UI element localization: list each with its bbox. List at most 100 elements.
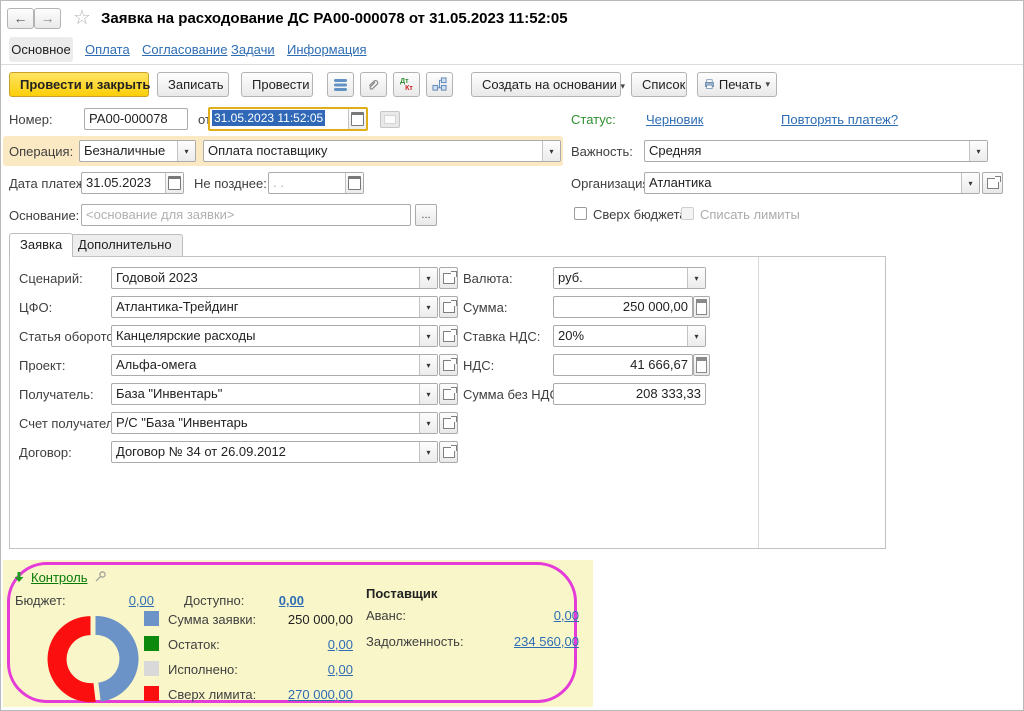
pay-date-input[interactable]: 31.05.2023	[81, 172, 184, 194]
legend-value-over-limit-link[interactable]: 270 000,00	[233, 687, 353, 702]
legend-value-remainder-link[interactable]: 0,00	[233, 637, 353, 652]
repeat-payment-link[interactable]: Повторять платеж?	[781, 112, 898, 127]
nav-tab-tasks[interactable]: Задачи	[231, 42, 275, 57]
amount-calculator-button[interactable]	[693, 296, 710, 318]
nav-tab-main[interactable]: Основное	[9, 37, 73, 62]
post-button[interactable]: Провести	[241, 72, 313, 97]
dropdown-arrow-icon[interactable]: ▾	[687, 326, 705, 346]
payee-open-button[interactable]	[439, 383, 458, 405]
document-window: ← → ☆ Заявка на расходование ДС РА00-000…	[0, 0, 1024, 711]
open-link-icon	[443, 447, 455, 458]
back-button[interactable]: ←	[7, 8, 34, 29]
nav-tab-payment[interactable]: Оплата	[85, 42, 130, 57]
dropdown-arrow-icon[interactable]: ▾	[177, 141, 195, 161]
paperclip-icon	[366, 77, 381, 92]
create-based-on-button[interactable]: Создать на основании ▾	[471, 72, 621, 97]
contract-select[interactable]: Договор № 34 от 26.09.2012 ▾	[111, 441, 438, 463]
vat-rate-select[interactable]: 20% ▾	[553, 325, 706, 347]
tab-additional[interactable]: Дополнительно	[67, 234, 183, 256]
date-input[interactable]: 31.05.2023 11:52:05	[208, 107, 368, 131]
calendar-picker-button[interactable]	[165, 173, 183, 193]
dropdown-arrow-icon[interactable]: ▾	[419, 442, 437, 462]
budget-value-link[interactable]: 0,00	[94, 593, 154, 608]
amount-value: 250 000,00	[554, 297, 692, 317]
accounting-entries-button[interactable]: Дт Кт	[393, 72, 420, 97]
amount-input[interactable]: 250 000,00	[553, 296, 693, 318]
organization-open-button[interactable]	[982, 172, 1003, 194]
organization-select[interactable]: Атлантика ▾	[644, 172, 980, 194]
vat-rate-label: Ставка НДС:	[463, 329, 540, 344]
project-select[interactable]: Альфа-омега ▾	[111, 354, 438, 376]
project-open-button[interactable]	[439, 354, 458, 376]
dropdown-arrow-icon[interactable]: ▾	[542, 141, 560, 161]
scenario-open-button[interactable]	[439, 267, 458, 289]
available-value-link[interactable]: 0,00	[236, 593, 304, 608]
dropdown-arrow-icon[interactable]: ▾	[419, 268, 437, 288]
payee-account-select[interactable]: Р/С "База "Инвентарь ▾	[111, 412, 438, 434]
currency-select[interactable]: руб. ▾	[553, 267, 706, 289]
basis-input[interactable]: <основание для заявки>	[81, 204, 411, 226]
operation-kind-value: Безналичные	[80, 141, 177, 161]
register-records-button[interactable]	[327, 72, 354, 97]
print-button[interactable]: Печать ▾	[697, 72, 777, 97]
status-link[interactable]: Черновик	[646, 112, 703, 127]
dropdown-arrow-icon[interactable]: ▾	[419, 297, 437, 317]
importance-select[interactable]: Средняя ▾	[644, 140, 988, 162]
list-button[interactable]: Список	[631, 72, 687, 97]
post-and-close-button[interactable]: Провести и закрыть	[9, 72, 149, 97]
basis-choose-button[interactable]: ...	[415, 204, 437, 226]
forward-button[interactable]: →	[34, 8, 61, 29]
related-documents-button[interactable]	[426, 72, 453, 97]
write-off-limits-checkbox	[681, 207, 694, 220]
vat-input[interactable]: 41 666,67	[553, 354, 693, 376]
turnover-item-open-button[interactable]	[439, 325, 458, 347]
nav-tab-approval[interactable]: Согласование	[142, 42, 227, 57]
over-budget-checkbox[interactable]	[574, 207, 587, 220]
favorite-star-icon[interactable]: ☆	[73, 5, 91, 30]
collapse-arrow-icon[interactable]	[13, 571, 25, 583]
control-section-link[interactable]: Контроль	[31, 570, 87, 585]
advance-value-link[interactable]: 0,00	[461, 608, 579, 623]
dropdown-arrow-icon[interactable]: ▾	[419, 384, 437, 404]
tab-request[interactable]: Заявка	[9, 233, 73, 257]
legend-value-executed-link[interactable]: 0,00	[233, 662, 353, 677]
vat-label: НДС:	[463, 358, 494, 373]
dropdown-arrow-icon[interactable]: ▾	[687, 268, 705, 288]
debt-value-link[interactable]: 234 560,00	[461, 634, 579, 649]
date-options-button[interactable]	[380, 111, 400, 128]
importance-value: Средняя	[645, 141, 969, 161]
payee-select[interactable]: База "Инвентарь" ▾	[111, 383, 438, 405]
dropdown-arrow-icon[interactable]: ▾	[961, 173, 979, 193]
dropdown-arrow-icon[interactable]: ▾	[969, 141, 987, 161]
cfo-select[interactable]: Атлантика-Трейдинг ▾	[111, 296, 438, 318]
number-input[interactable]: РА00-000078	[84, 108, 188, 130]
calendar-picker-button[interactable]	[348, 109, 366, 129]
basis-placeholder: <основание для заявки>	[82, 205, 410, 225]
operation-kind-select[interactable]: Безналичные ▾	[79, 140, 196, 162]
vat-calculator-button[interactable]	[693, 354, 710, 376]
cfo-value: Атлантика-Трейдинг	[112, 297, 419, 317]
calendar-picker-button[interactable]	[345, 173, 363, 193]
scenario-value: Годовой 2023	[112, 268, 419, 288]
cfo-open-button[interactable]	[439, 296, 458, 318]
payee-account-open-button[interactable]	[439, 412, 458, 434]
pin-icon[interactable]	[94, 570, 107, 583]
nav-tab-info[interactable]: Информация	[287, 42, 367, 57]
scenario-select[interactable]: Годовой 2023 ▾	[111, 267, 438, 289]
dropdown-arrow-icon[interactable]: ▾	[419, 355, 437, 375]
save-button[interactable]: Записать	[157, 72, 229, 97]
dropdown-arrow-icon[interactable]: ▾	[419, 326, 437, 346]
not-later-input[interactable]: . .	[268, 172, 364, 194]
dropdown-arrow-icon[interactable]: ▾	[419, 413, 437, 433]
donut-slice-Сумма заявки	[96, 616, 139, 702]
printer-icon	[704, 78, 715, 91]
turnover-item-select[interactable]: Канцелярские расходы ▾	[111, 325, 438, 347]
legend-swatch-request-amount	[144, 611, 159, 626]
legend-swatch-executed	[144, 661, 159, 676]
contract-open-button[interactable]	[439, 441, 458, 463]
attachments-button[interactable]	[360, 72, 387, 97]
operation-type-select[interactable]: Оплата поставщику ▾	[203, 140, 561, 162]
operation-label: Операция:	[9, 144, 73, 159]
open-link-icon	[443, 273, 455, 284]
amount-wo-vat-input[interactable]: 208 333,33	[553, 383, 706, 405]
